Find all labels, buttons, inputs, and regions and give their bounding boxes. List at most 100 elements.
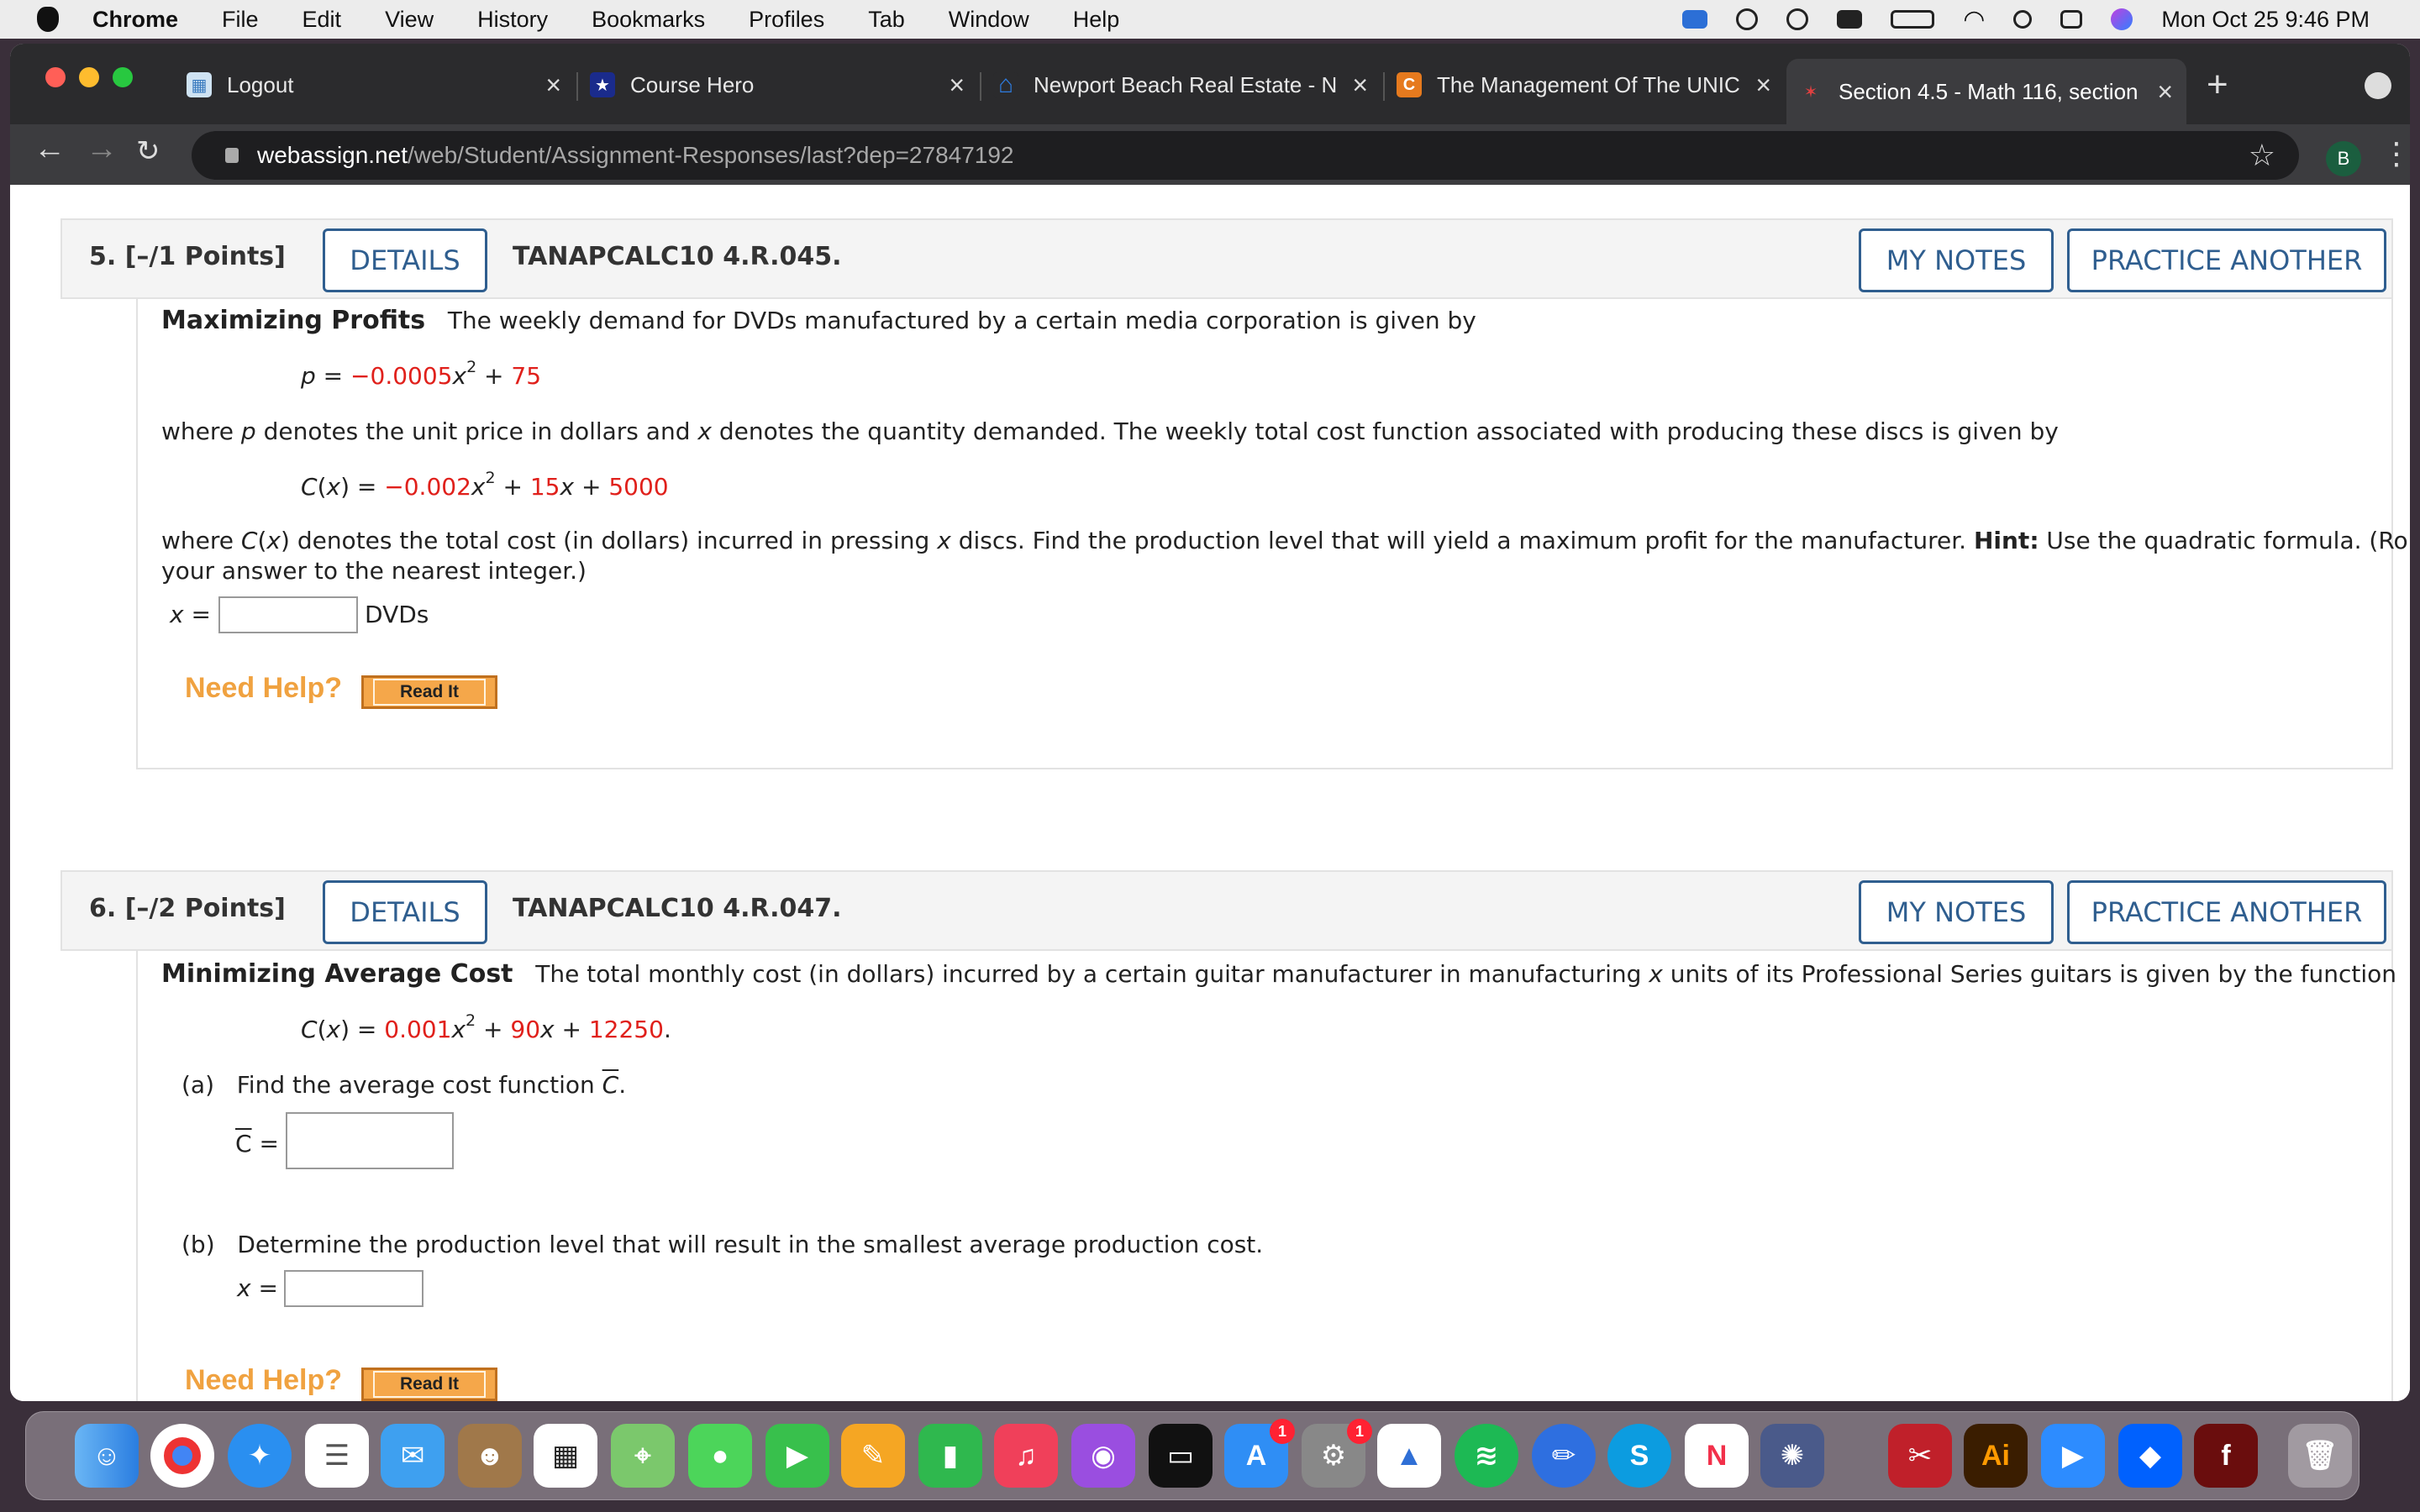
close-tab-icon[interactable]: × bbox=[2157, 76, 2173, 108]
pencil-app-icon[interactable]: ✏ bbox=[1532, 1424, 1596, 1488]
close-tab-icon[interactable]: × bbox=[949, 70, 965, 101]
outlook-status-icon[interactable] bbox=[1682, 10, 1708, 29]
menu-bookmarks[interactable]: Bookmarks bbox=[592, 7, 705, 33]
menu-file[interactable]: File bbox=[222, 7, 259, 33]
tab-management[interactable]: C The Management Of The UNIC × bbox=[1385, 59, 1785, 111]
tab-search-icon[interactable] bbox=[2365, 72, 2391, 99]
keynote-icon[interactable]: ▲ bbox=[1377, 1424, 1441, 1488]
reminders-icon[interactable]: ☰ bbox=[305, 1424, 369, 1488]
skype-icon[interactable]: S bbox=[1607, 1424, 1671, 1488]
music-icon[interactable]: ♫ bbox=[994, 1424, 1058, 1488]
average-cost-equation: C(x) = 0.001x2 + 90x + 12250. bbox=[301, 1011, 671, 1044]
voice-app-icon[interactable]: ✺ bbox=[1760, 1424, 1824, 1488]
apple-tv-icon[interactable]: ▭ bbox=[1149, 1424, 1213, 1488]
question-5-number: 5. [–/1 Points] bbox=[89, 242, 286, 271]
zoom-status-icon[interactable] bbox=[1837, 10, 1863, 29]
production-level-input[interactable] bbox=[284, 1270, 424, 1307]
menu-bar-clock[interactable]: Mon Oct 25 9:46 PM bbox=[2161, 7, 2370, 33]
reload-icon[interactable]: ↻ bbox=[136, 134, 160, 168]
house-icon: ⌂ bbox=[993, 71, 1018, 98]
menu-edit[interactable]: Edit bbox=[302, 7, 342, 33]
menu-view[interactable]: View bbox=[385, 7, 434, 33]
menu-profiles[interactable]: Profiles bbox=[749, 7, 824, 33]
wifi-icon[interactable]: ◠ bbox=[1963, 5, 1985, 34]
pages-icon[interactable]: ✎ bbox=[841, 1424, 905, 1488]
illustrator-icon[interactable]: Ai bbox=[1964, 1424, 2028, 1488]
battery-icon[interactable] bbox=[1891, 10, 1935, 29]
zoom-icon[interactable]: ▶ bbox=[2041, 1424, 2105, 1488]
safari-icon[interactable]: ✦ bbox=[228, 1424, 292, 1488]
creative-cloud-status-icon[interactable] bbox=[1786, 8, 1809, 30]
menu-chrome[interactable]: Chrome bbox=[92, 7, 178, 33]
details-button[interactable]: DETAILS bbox=[323, 228, 487, 292]
close-tab-icon[interactable]: × bbox=[545, 70, 561, 101]
calendar-icon[interactable]: ▦ bbox=[534, 1424, 597, 1488]
news-icon[interactable]: N bbox=[1685, 1424, 1749, 1488]
maps-icon[interactable]: ⌖ bbox=[611, 1424, 675, 1488]
zoom-window-icon[interactable] bbox=[113, 67, 133, 87]
close-window-icon[interactable] bbox=[45, 67, 66, 87]
control-center-icon[interactable] bbox=[2060, 10, 2083, 29]
practice-another-button[interactable]: PRACTICE ANOTHER bbox=[2067, 880, 2386, 944]
read-it-button[interactable]: Read It bbox=[361, 675, 497, 709]
back-arrow-icon[interactable]: ← bbox=[34, 131, 66, 167]
profile-avatar[interactable]: B bbox=[2326, 141, 2361, 176]
question-5-where-2: where C(x) denotes the total cost (in do… bbox=[161, 527, 2410, 554]
menu-help[interactable]: Help bbox=[1073, 7, 1120, 33]
spotlight-search-icon[interactable] bbox=[2013, 10, 2033, 29]
chrome-menu-icon[interactable]: ⋮ bbox=[2381, 136, 2410, 171]
forward-arrow-icon[interactable]: → bbox=[86, 131, 118, 167]
question-6-code: TANAPCALC10 4.R.047. bbox=[513, 894, 842, 923]
practice-another-button[interactable]: PRACTICE ANOTHER bbox=[2067, 228, 2386, 292]
tab-logout[interactable]: ▦ Logout × bbox=[175, 59, 575, 111]
new-tab-button[interactable]: + bbox=[2207, 64, 2228, 106]
details-button[interactable]: DETAILS bbox=[323, 880, 487, 944]
finder-icon[interactable]: ☺ bbox=[75, 1424, 139, 1488]
average-cost-input[interactable] bbox=[286, 1112, 454, 1169]
question-5-hint-line-2: your answer to the nearest integer.) bbox=[161, 557, 587, 585]
question-5-header: 5. [–/1 Points] DETAILS TANAPCALC10 4.R.… bbox=[60, 218, 2393, 299]
messages-icon[interactable]: ● bbox=[688, 1424, 752, 1488]
star-icon: ★ bbox=[590, 72, 615, 97]
macos-dock: ☺ ✦ ☰ ✉ ☻ ▦ ⌖ ● ▶ ✎ ▮ ♫ ◉ ▭ A1 ⚙ 1 ▲ ≋ ✏ … bbox=[25, 1411, 2360, 1500]
my-notes-button[interactable]: MY NOTES bbox=[1859, 880, 2054, 944]
numbers-icon[interactable]: ▮ bbox=[918, 1424, 982, 1488]
tab-section-4-5[interactable]: ✶ Section 4.5 - Math 116, section × bbox=[1786, 59, 2186, 124]
podcasts-icon[interactable]: ◉ bbox=[1071, 1424, 1135, 1488]
menu-tab[interactable]: Tab bbox=[868, 7, 905, 33]
tab-newport-beach[interactable]: ⌂ Newport Beach Real Estate - N × bbox=[981, 59, 1381, 111]
tab-course-hero[interactable]: ★ Course Hero × bbox=[578, 59, 978, 111]
apple-icon[interactable] bbox=[37, 7, 59, 32]
dropbox-status-icon[interactable] bbox=[1736, 8, 1759, 30]
menu-window[interactable]: Window bbox=[949, 7, 1029, 33]
menu-history[interactable]: History bbox=[477, 7, 548, 33]
tab-strip: ▦ Logout × ★ Course Hero × ⌂ Newport Bea… bbox=[10, 44, 2410, 124]
contacts-icon[interactable]: ☻ bbox=[458, 1424, 522, 1488]
siri-icon[interactable] bbox=[2111, 8, 2133, 30]
lock-icon[interactable] bbox=[225, 148, 239, 163]
acrobat-icon[interactable]: ✂ bbox=[1888, 1424, 1952, 1488]
bookmark-star-icon[interactable]: ☆ bbox=[2249, 138, 2275, 173]
part-b-prompt: (b) Determine the production level that … bbox=[182, 1231, 1264, 1258]
mail-icon[interactable]: ✉ bbox=[381, 1424, 445, 1488]
window-controls bbox=[45, 67, 133, 87]
trash-icon[interactable]: 🗑 bbox=[2288, 1424, 2352, 1488]
demand-equation: p = −0.0005x2 + 75 bbox=[301, 358, 542, 391]
close-tab-icon[interactable]: × bbox=[1755, 70, 1771, 101]
my-notes-button[interactable]: MY NOTES bbox=[1859, 228, 2054, 292]
minimize-window-icon[interactable] bbox=[79, 67, 99, 87]
flash-icon[interactable]: f bbox=[2194, 1424, 2258, 1488]
chrome-icon[interactable] bbox=[150, 1424, 214, 1488]
address-bar[interactable]: webassign.net /web/Student/Assignment-Re… bbox=[192, 131, 2299, 180]
app-store-icon[interactable]: A1 bbox=[1224, 1419, 1295, 1488]
question-5-code: TANAPCALC10 4.R.045. bbox=[513, 242, 842, 271]
close-tab-icon[interactable]: × bbox=[1352, 70, 1368, 101]
chrome-window: ▦ Logout × ★ Course Hero × ⌂ Newport Bea… bbox=[10, 44, 2410, 1401]
spotify-icon[interactable]: ≋ bbox=[1455, 1424, 1518, 1488]
read-it-button[interactable]: Read It bbox=[361, 1368, 497, 1401]
dropbox-icon[interactable]: ◆ bbox=[2118, 1424, 2182, 1488]
question-6-number: 6. [–/2 Points] bbox=[89, 894, 286, 923]
x-answer-input[interactable] bbox=[218, 596, 358, 633]
system-preferences-icon[interactable]: ⚙ 1 bbox=[1302, 1419, 1372, 1488]
facetime-icon[interactable]: ▶ bbox=[765, 1424, 829, 1488]
